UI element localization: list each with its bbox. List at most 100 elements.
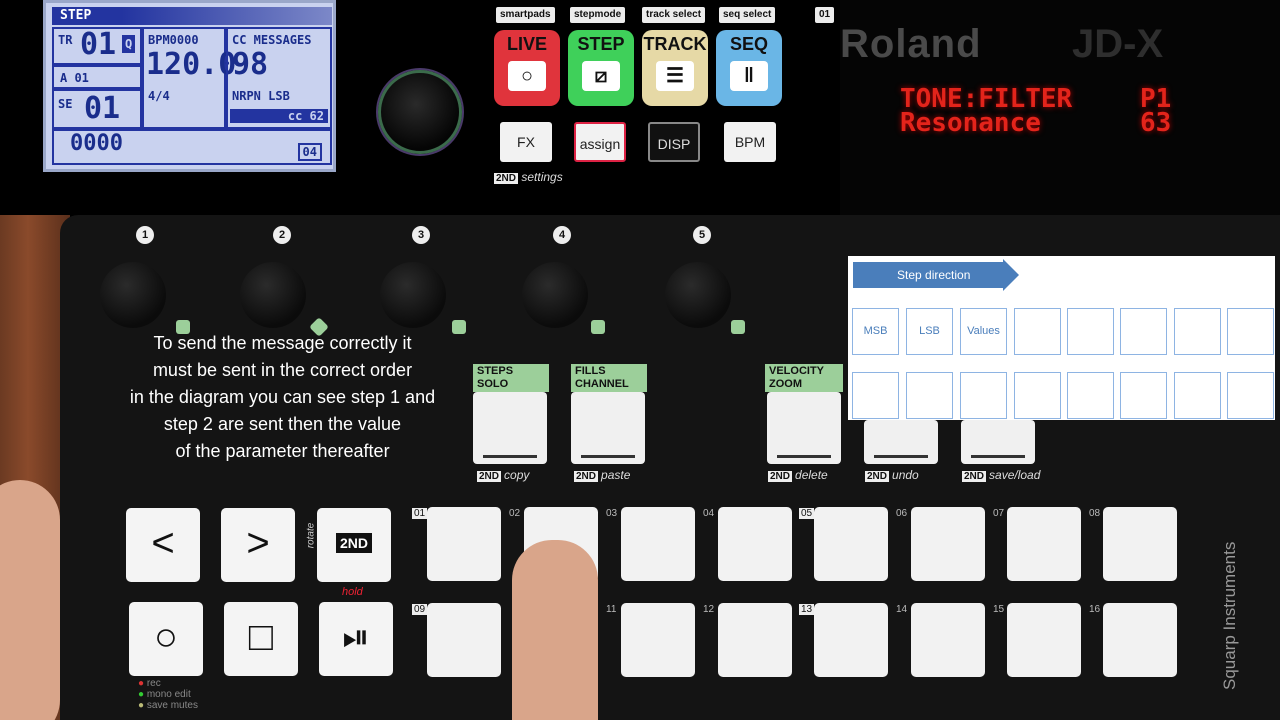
lcd-header: STEP xyxy=(52,7,332,25)
lcd-page: 04 xyxy=(297,143,322,161)
lcd-seq-value: 01 xyxy=(84,91,121,126)
fn-velocity-text: VELOCITY xyxy=(769,365,825,377)
step-pad-05[interactable] xyxy=(814,507,888,581)
knob-number-1: 1 xyxy=(136,226,154,244)
step-pad-03[interactable] xyxy=(621,507,695,581)
lcd-bpm-cell: BPM0000 120.0 4/4 xyxy=(142,27,236,129)
lcd-seq-cell: SE 01 xyxy=(52,89,142,129)
diagram-cell xyxy=(1014,308,1061,355)
caption-line-4: step 2 are sent then the value xyxy=(163,414,402,434)
step-mode-button[interactable]: STEP ⧄ xyxy=(568,30,634,106)
step-pad-07[interactable] xyxy=(1007,507,1081,581)
step-label: STEP xyxy=(577,34,625,54)
step-pad-06[interactable] xyxy=(911,507,985,581)
right-arrow-button[interactable]: > xyxy=(221,508,295,582)
circle-icon: ○ xyxy=(508,61,546,91)
finger xyxy=(512,540,598,720)
under-paste: 2ND paste xyxy=(574,468,630,482)
seq-mode-button[interactable]: SEQ ‖ xyxy=(716,30,782,106)
stop-button[interactable]: □ xyxy=(224,602,298,676)
caption-line-2: must be sent in the correct order xyxy=(152,360,413,380)
live-mode-button[interactable]: LIVE ○ xyxy=(494,30,560,106)
play-button[interactable]: ⏯ xyxy=(319,602,393,676)
legend-mono-edit: ● mono edit xyxy=(138,689,191,700)
lcd-param-label: NRPN LSB xyxy=(232,89,290,103)
knob-1[interactable] xyxy=(100,262,166,328)
fx-button[interactable]: FX xyxy=(500,122,552,162)
step-pad-12[interactable] xyxy=(718,603,792,677)
lcd-timesig: 4/4 xyxy=(148,89,170,103)
lcd-bpm-label: BPM0000 xyxy=(148,33,199,47)
fn-label-steps: STEPS SOLO xyxy=(473,364,549,392)
disp-button[interactable]: DISP xyxy=(648,122,700,162)
step-pad-15[interactable] xyxy=(1007,603,1081,677)
knob-5[interactable] xyxy=(665,262,731,328)
fn-pad-paste[interactable] xyxy=(571,392,645,464)
arrow-right-icon: Step direction xyxy=(853,259,1019,291)
under-undo: 2ND undo xyxy=(865,468,919,482)
step-pad-16[interactable] xyxy=(1103,603,1177,677)
square-slash-icon: ⧄ xyxy=(582,61,620,91)
pad-number-13: 13 xyxy=(799,604,815,615)
track-mode-button[interactable]: TRACK ☰ xyxy=(642,30,708,106)
bars-icon: ‖ xyxy=(730,61,768,91)
pad-number-11: 11 xyxy=(606,604,617,615)
synth-line2-right: 63 xyxy=(1140,108,1172,138)
knob-2[interactable] xyxy=(240,262,306,328)
pad-number-14: 14 xyxy=(896,604,908,615)
step-pad-09[interactable] xyxy=(427,603,501,677)
step-pad-13[interactable] xyxy=(814,603,888,677)
legend-save-mutes: ● save mutes xyxy=(138,700,198,711)
main-encoder-knob[interactable] xyxy=(378,70,462,154)
left-arrow-button[interactable]: < xyxy=(126,508,200,582)
pad-number-04: 04 xyxy=(703,508,715,519)
diagram-cell xyxy=(906,372,953,419)
pad-number-06: 06 xyxy=(896,508,908,519)
step-pad-14[interactable] xyxy=(911,603,985,677)
second-badge: 2ND xyxy=(768,471,793,482)
paste-text: paste xyxy=(601,468,631,482)
tag-stepmode: stepmode xyxy=(570,7,626,23)
fn-pad-copy[interactable] xyxy=(473,392,547,464)
diagram-cell xyxy=(1120,308,1167,355)
record-button[interactable]: ○ xyxy=(129,602,203,676)
step-pad-11[interactable] xyxy=(621,603,695,677)
settings-text: settings xyxy=(521,170,563,184)
diagram-cell xyxy=(1014,372,1061,419)
knob-4[interactable] xyxy=(522,262,588,328)
fn-pad-undo[interactable] xyxy=(864,420,938,464)
diagram-cell: MSB xyxy=(852,308,899,355)
step-pad-08[interactable] xyxy=(1103,507,1177,581)
lcd-screen: STEP TR 01 Q A 01 SE 01 BPM0000 120.0 4/… xyxy=(43,0,336,172)
fn-zoom-text: ZOOM xyxy=(769,378,802,390)
synth-line2: Resonance xyxy=(900,108,1041,138)
fn-label-velocity: VELOCITY ZOOM xyxy=(765,364,843,392)
bpm-button[interactable]: BPM xyxy=(724,122,776,162)
pad-number-07: 07 xyxy=(993,508,1005,519)
pad-number-03: 03 xyxy=(606,508,618,519)
diagram-cell xyxy=(1174,308,1221,355)
step-direction-diagram: Step direction MSB LSB Values xyxy=(848,256,1275,420)
synth-model: JD-X xyxy=(1072,22,1164,66)
step-pad-01[interactable] xyxy=(427,507,501,581)
fn-pad-save[interactable] xyxy=(961,420,1035,464)
fn-fills-text: FILLS xyxy=(575,365,606,377)
diagram-cell xyxy=(1227,308,1274,355)
settings-label: 2ND settings xyxy=(494,170,563,184)
diagram-cell: LSB xyxy=(906,308,953,355)
step-pad-04[interactable] xyxy=(718,507,792,581)
seq-label: SEQ xyxy=(729,34,768,54)
tag-seq-select: seq select xyxy=(719,7,776,23)
lcd-track-label: TR xyxy=(58,33,73,47)
second-function-button[interactable]: 2ND xyxy=(317,508,391,582)
under-delete: 2ND delete xyxy=(768,468,828,482)
pad-number-09: 09 xyxy=(412,604,428,615)
arrow-label: Step direction xyxy=(897,268,971,282)
second-badge: 2ND xyxy=(574,471,599,482)
knob-3[interactable] xyxy=(380,262,446,328)
second-badge: 2ND xyxy=(494,173,519,184)
lcd-seq-label: SE xyxy=(58,97,73,111)
fn-pad-delete[interactable] xyxy=(767,392,841,464)
fn-solo-text: SOLO xyxy=(477,378,509,390)
assign-button[interactable]: assign xyxy=(574,122,626,162)
